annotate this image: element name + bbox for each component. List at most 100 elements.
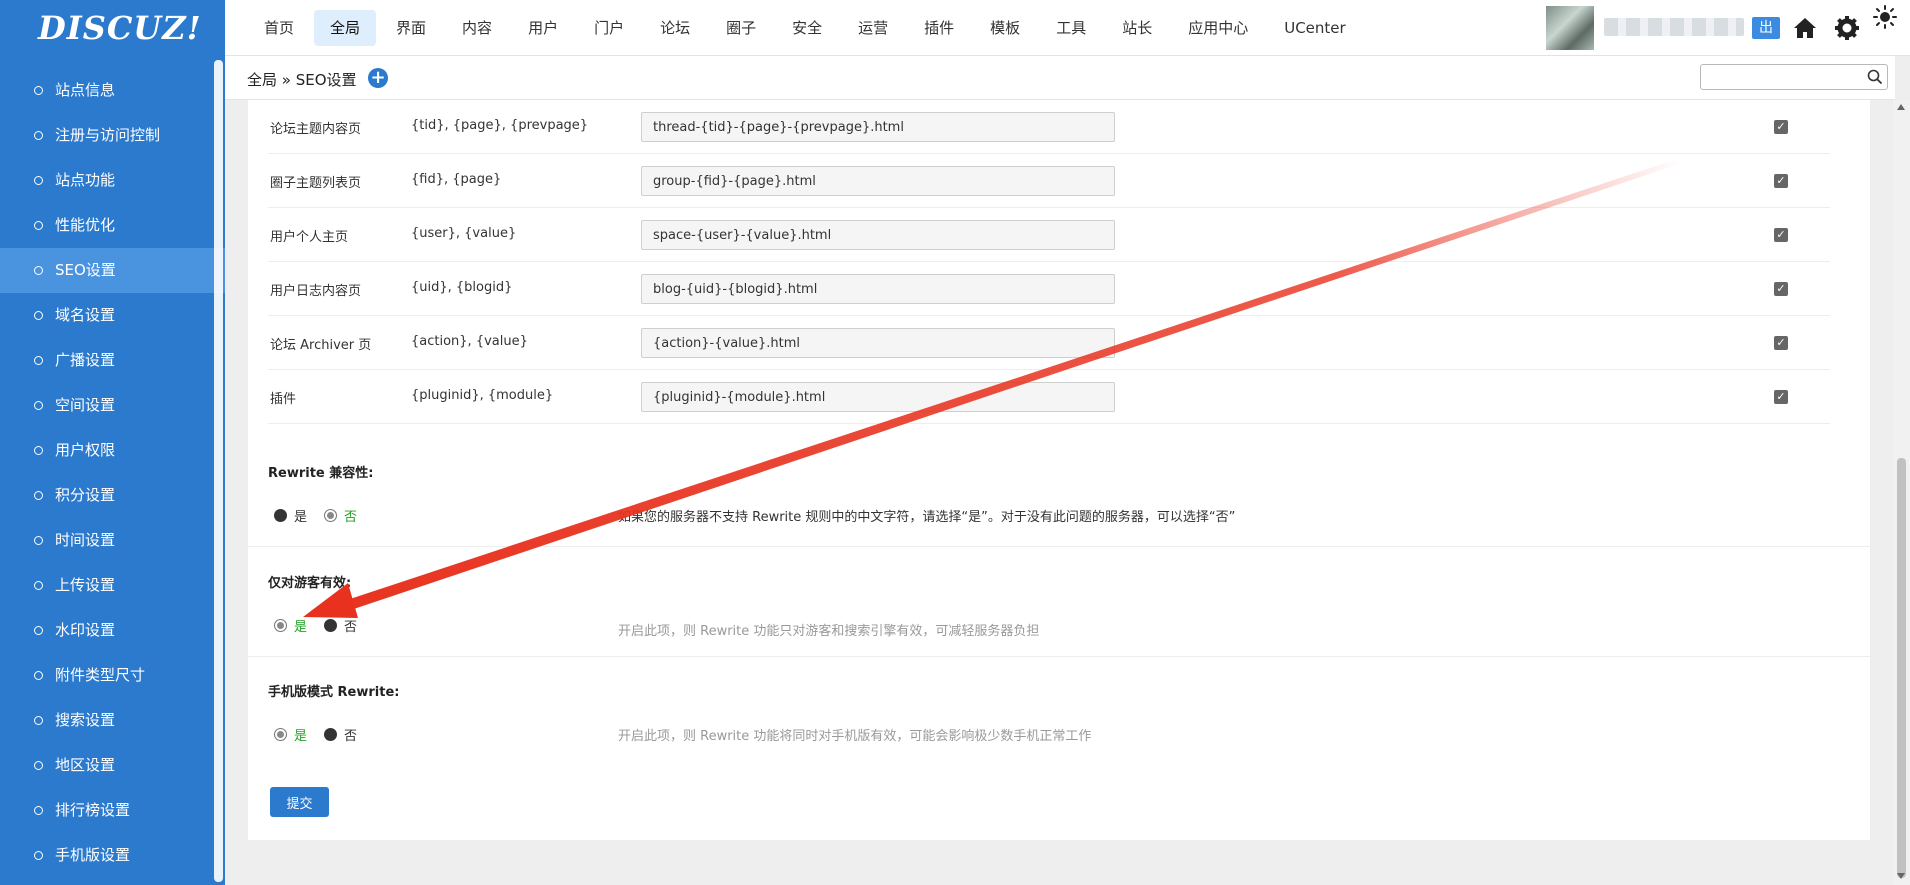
- nav-item[interactable]: 论坛: [644, 10, 706, 46]
- nav-item[interactable]: UCenter: [1268, 10, 1361, 46]
- submit-button[interactable]: 提交: [270, 787, 329, 817]
- setting-title: Rewrite 兼容性:: [268, 466, 374, 481]
- sidebar-item-label: 注册与访问控制: [55, 126, 161, 144]
- enable-checkbox[interactable]: ✓: [1774, 390, 1788, 404]
- sidebar-item-label: 广播设置: [55, 351, 116, 369]
- sidebar-item-label: 站点功能: [55, 171, 116, 189]
- sidebar-item[interactable]: 空间设置: [0, 383, 225, 428]
- sidebar-item[interactable]: 积分设置: [0, 473, 225, 518]
- radio-no[interactable]: [324, 728, 338, 741]
- nav-item[interactable]: 安全: [776, 10, 838, 46]
- sun-icon[interactable]: [1872, 4, 1898, 30]
- sidebar-item[interactable]: SEO设置: [0, 248, 225, 293]
- rule-format-input[interactable]: [641, 328, 1115, 358]
- rule-format-input[interactable]: [641, 166, 1115, 196]
- sidebar-item[interactable]: 排行榜设置: [0, 788, 225, 833]
- radio-no-label[interactable]: 否: [344, 616, 357, 635]
- breadcrumb-text: 全局 » SEO设置: [247, 71, 357, 89]
- setting-description: 如果您的服务器不支持 Rewrite 规则中的中文字符，请选择“是”。对于没有此…: [618, 510, 1236, 525]
- radio-yes[interactable]: [274, 728, 287, 741]
- sidebar-item-label: 上传设置: [55, 576, 116, 594]
- scrollbar-thumb[interactable]: [1897, 458, 1906, 878]
- setting-description: 开启此项，则 Rewrite 功能将同时对手机版有效，可能会影响极少数手机正常工…: [618, 729, 1092, 744]
- rewrite-rule-row: 用户日志内容页 {uid}, {blogid} ✓: [268, 262, 1830, 316]
- radio-no[interactable]: [324, 509, 338, 522]
- sidebar-item[interactable]: 水印设置: [0, 608, 225, 653]
- nav-item[interactable]: 工具: [1040, 10, 1102, 46]
- circle-bullet-icon: [34, 446, 43, 455]
- sidebar-item[interactable]: 注册与访问控制: [0, 113, 225, 158]
- sidebar-item-label: 附件类型尺寸: [55, 666, 146, 684]
- sidebar-item[interactable]: 上传设置: [0, 563, 225, 608]
- enable-checkbox[interactable]: ✓: [1774, 336, 1788, 350]
- sidebar-item[interactable]: 用户权限: [0, 428, 225, 473]
- sidebar-item[interactable]: 附件类型尺寸: [0, 653, 225, 698]
- nav-item[interactable]: 界面: [380, 10, 442, 46]
- sidebar-item-label: 域名设置: [55, 306, 116, 324]
- nav-item[interactable]: 用户: [512, 10, 574, 46]
- radio-yes-label[interactable]: 是: [294, 616, 307, 635]
- sidebar-item[interactable]: 域名设置: [0, 293, 225, 338]
- sidebar-item-label: SEO设置: [55, 261, 116, 279]
- sidebar-item[interactable]: 搜索设置: [0, 698, 225, 743]
- circle-bullet-icon: [34, 356, 43, 365]
- sidebar-item[interactable]: 站点信息: [0, 68, 225, 113]
- nav-item[interactable]: 站长: [1106, 10, 1168, 46]
- gear-icon[interactable]: [1833, 14, 1861, 42]
- sidebar-item[interactable]: 时间设置: [0, 518, 225, 563]
- sidebar-item[interactable]: 手机版设置: [0, 833, 225, 878]
- rule-format-input[interactable]: [641, 112, 1115, 142]
- nav-item[interactable]: 门户: [578, 10, 640, 46]
- setting-title: 手机版模式 Rewrite:: [268, 685, 400, 700]
- page-scrollbar[interactable]: [1893, 100, 1910, 885]
- breadcrumb: 全局 » SEO设置 +: [225, 56, 1895, 100]
- sidebar-item-label: 积分设置: [55, 486, 116, 504]
- enable-checkbox[interactable]: ✓: [1774, 228, 1788, 242]
- circle-bullet-icon: [34, 626, 43, 635]
- nav-item[interactable]: 全局: [314, 10, 377, 46]
- sidebar-item[interactable]: 地区设置: [0, 743, 225, 788]
- rule-page-name: 用户个人主页: [270, 230, 349, 245]
- radio-yes-label[interactable]: 是: [294, 506, 307, 525]
- circle-bullet-icon: [34, 491, 43, 500]
- add-shortcut-icon[interactable]: +: [368, 68, 388, 88]
- nav-item[interactable]: 首页: [248, 10, 310, 46]
- sidebar-item-label: 水印设置: [55, 621, 116, 639]
- sidebar-item[interactable]: 广播设置: [0, 338, 225, 383]
- rewrite-compat-setting: Rewrite 兼容性: 是 否 如果您的服务器不支持 Rewrite 规则中的…: [268, 462, 1850, 525]
- enable-checkbox[interactable]: ✓: [1774, 174, 1788, 188]
- nav-item[interactable]: 模板: [974, 10, 1036, 46]
- search-input[interactable]: [1701, 65, 1861, 89]
- home-icon[interactable]: [1791, 14, 1819, 42]
- enable-checkbox[interactable]: ✓: [1774, 282, 1788, 296]
- nav-item[interactable]: 圈子: [710, 10, 772, 46]
- scroll-down-icon[interactable]: [1897, 873, 1905, 879]
- logout-button[interactable]: 出: [1752, 17, 1780, 39]
- nav-item[interactable]: 插件: [908, 10, 970, 46]
- rule-format-input[interactable]: [641, 382, 1115, 412]
- rule-format-input[interactable]: [641, 274, 1115, 304]
- scroll-up-icon[interactable]: [1897, 104, 1905, 110]
- rule-format-input[interactable]: [641, 220, 1115, 250]
- mobile-rewrite-setting: 手机版模式 Rewrite: 是 否 开启此项，则 Rewrite 功能将同时对…: [268, 681, 1850, 744]
- circle-bullet-icon: [34, 266, 43, 275]
- sidebar-item[interactable]: 站点功能: [0, 158, 225, 203]
- sidebar-scrollbar[interactable]: [214, 60, 223, 882]
- radio-no[interactable]: [324, 619, 338, 632]
- nav-item[interactable]: 应用中心: [1172, 10, 1264, 46]
- radio-yes-label[interactable]: 是: [294, 725, 307, 744]
- radio-yes[interactable]: [274, 509, 287, 522]
- nav-item[interactable]: 内容: [446, 10, 508, 46]
- circle-bullet-icon: [34, 401, 43, 410]
- sidebar-item[interactable]: 性能优化: [0, 203, 225, 248]
- avatar[interactable]: [1546, 6, 1594, 50]
- search-icon[interactable]: [1867, 69, 1883, 85]
- discuz-logo[interactable]: DISCUZ!: [0, 0, 225, 56]
- radio-no-label[interactable]: 否: [344, 725, 357, 744]
- radio-no-label[interactable]: 否: [344, 506, 357, 525]
- circle-bullet-icon: [34, 221, 43, 230]
- circle-bullet-icon: [34, 536, 43, 545]
- nav-item[interactable]: 运营: [842, 10, 904, 46]
- enable-checkbox[interactable]: ✓: [1774, 120, 1788, 134]
- radio-yes[interactable]: [274, 619, 287, 632]
